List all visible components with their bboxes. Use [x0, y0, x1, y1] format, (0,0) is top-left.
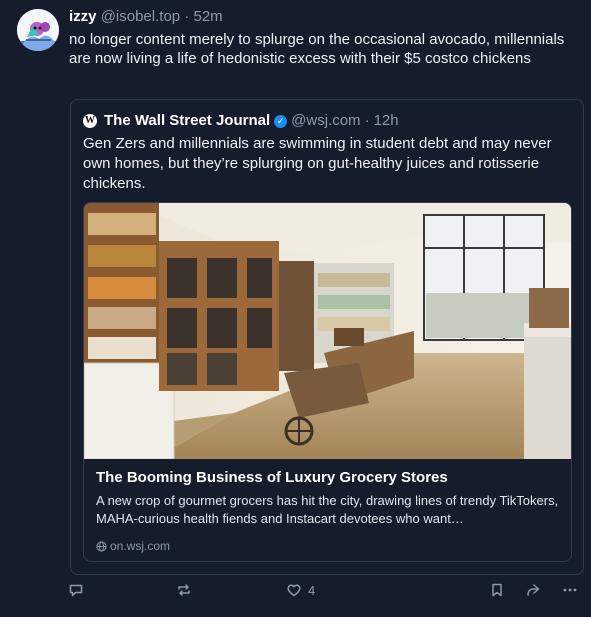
more-button[interactable]	[562, 582, 578, 598]
post: izzy @isobel.top · 52m no longer content…	[0, 0, 591, 617]
repost-button[interactable]	[176, 582, 192, 598]
quote-author-handle[interactable]: @wsj.com	[291, 112, 360, 130]
quote-post[interactable]: W The Wall Street Journal ✓ @wsj.com · 1…	[70, 99, 584, 575]
quote-author-avatar[interactable]: W	[83, 114, 97, 128]
quote-author-name[interactable]: The Wall Street Journal	[104, 112, 270, 130]
card-title[interactable]: The Booming Business of Luxury Grocery S…	[96, 469, 561, 487]
post-text: no longer content merely to splurge on t…	[69, 31, 565, 67]
card-description: A new crop of gourmet grocers has hit th…	[96, 493, 559, 526]
grocery-store-photo[interactable]	[84, 203, 572, 459]
quote-header: W The Wall Street Journal ✓ @wsj.com · 1…	[83, 112, 399, 130]
card-link-text[interactable]: on.wsj.com	[110, 539, 170, 553]
card-link[interactable]: on.wsj.com	[96, 539, 170, 553]
bookmark-icon	[492, 583, 502, 597]
verified-badge-icon: ✓	[274, 114, 288, 128]
reply-button[interactable]	[68, 582, 84, 598]
like-button[interactable]: 4	[286, 582, 315, 598]
share-icon	[527, 584, 540, 596]
author-name[interactable]: izzy	[69, 8, 97, 25]
post-time[interactable]: 52m	[193, 8, 222, 25]
heart-icon	[287, 584, 301, 597]
character-avatar-icon	[17, 9, 59, 51]
globe-icon	[96, 540, 107, 552]
author-handle[interactable]: @isobel.top	[101, 8, 180, 25]
share-button[interactable]	[525, 582, 541, 598]
author-avatar[interactable]	[17, 9, 59, 51]
separator: ·	[184, 8, 190, 25]
like-count: 4	[308, 582, 316, 598]
action-bar: 4	[0, 582, 591, 604]
more-icon	[563, 588, 577, 592]
quote-text: Gen Zers and millennials are swimming in…	[83, 135, 552, 192]
reply-icon	[69, 584, 83, 597]
post-header: izzy @isobel.top · 52m	[69, 8, 223, 26]
quote-time[interactable]: 12h	[374, 112, 399, 130]
separator: ·	[364, 112, 370, 129]
link-card[interactable]: The Booming Business of Luxury Grocery S…	[83, 202, 572, 562]
repost-icon	[178, 584, 190, 596]
bookmark-button[interactable]	[489, 582, 505, 598]
